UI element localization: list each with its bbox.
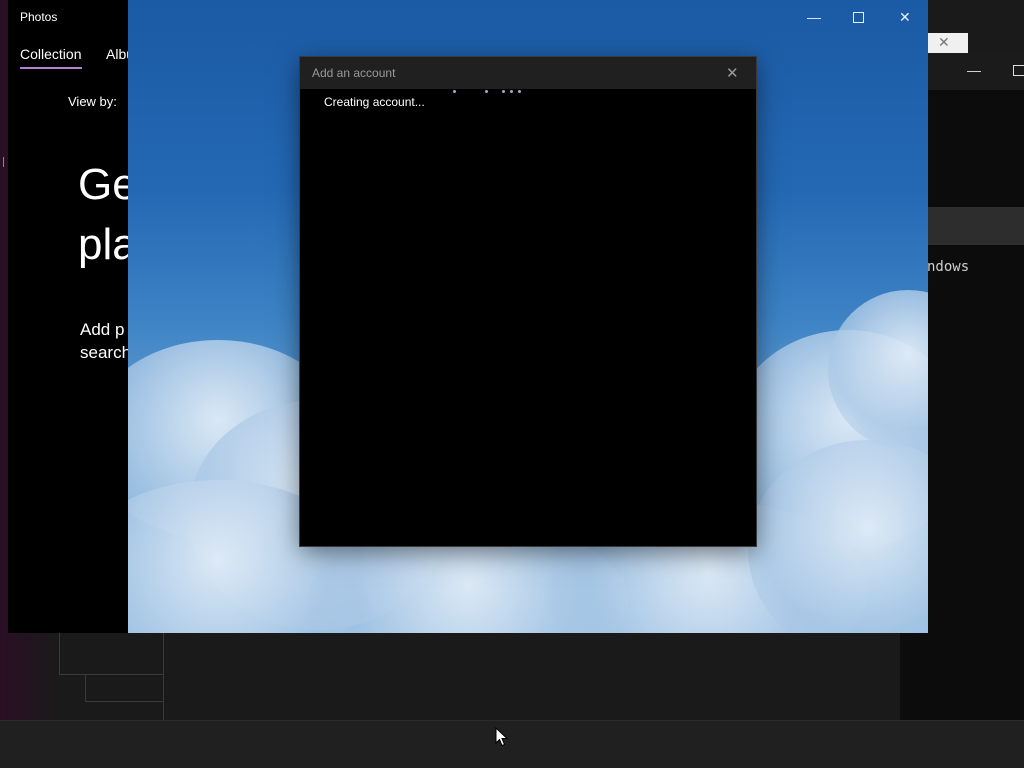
taskbar bbox=[0, 720, 1024, 768]
tab-collection[interactable]: Collection bbox=[20, 46, 81, 62]
ghost-outline bbox=[85, 675, 164, 702]
minimize-icon[interactable]: — bbox=[807, 9, 821, 25]
maximize-icon[interactable] bbox=[853, 12, 864, 23]
progress-dot bbox=[485, 90, 488, 93]
ghost-outline bbox=[59, 633, 164, 675]
add-account-dialog: Add an account ✕ Creating account... bbox=[300, 57, 756, 546]
status-text: Creating account... bbox=[324, 95, 425, 109]
photos-title: Photos bbox=[20, 10, 58, 24]
close-icon[interactable]: ✕ bbox=[899, 9, 911, 26]
mouse-cursor-icon bbox=[495, 727, 509, 747]
background-maximize-icon[interactable] bbox=[1013, 65, 1024, 76]
progress-dot bbox=[453, 90, 456, 93]
background-minimize-icon[interactable]: — bbox=[967, 62, 981, 78]
background-window-band bbox=[928, 207, 1024, 245]
window-edge-mark bbox=[3, 157, 8, 167]
dialog-title: Add an account bbox=[312, 66, 396, 80]
description-line1: Add p bbox=[80, 320, 125, 339]
progress-dot bbox=[518, 90, 521, 93]
progress-dot bbox=[510, 90, 513, 93]
tab-collection-underline bbox=[20, 67, 82, 69]
dialog-close-icon[interactable]: ✕ bbox=[726, 64, 739, 82]
background-window-text: ndows bbox=[927, 259, 970, 275]
photos-window: Photos Collection Albu View by: Ge pla A… bbox=[3, 0, 137, 633]
description-line2: search bbox=[80, 343, 132, 362]
view-by-label: View by: bbox=[68, 94, 117, 109]
progress-dot bbox=[502, 90, 505, 93]
background-tab-close-icon[interactable]: ✕ bbox=[938, 34, 950, 51]
ghost-outline bbox=[163, 633, 164, 720]
background-tab[interactable]: ✕ bbox=[922, 33, 968, 53]
